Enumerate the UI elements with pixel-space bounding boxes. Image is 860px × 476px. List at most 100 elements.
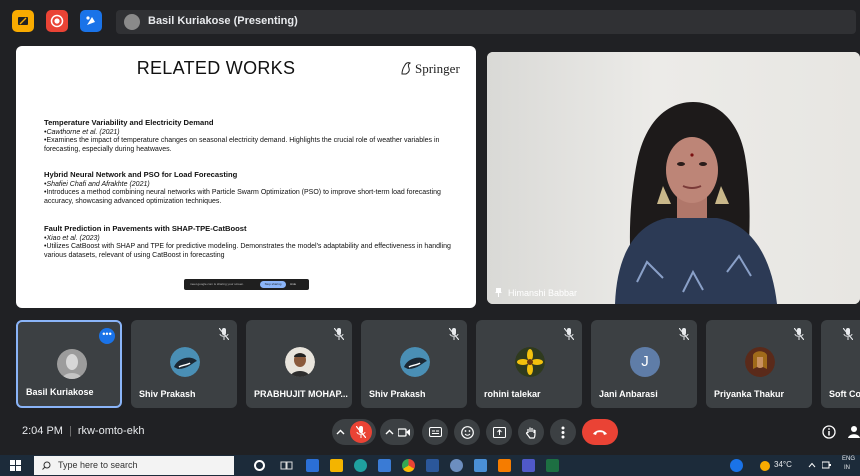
captions-button[interactable] xyxy=(422,419,448,445)
file-explorer-icon[interactable] xyxy=(330,459,343,472)
clock-time: 2:04 PM xyxy=(22,425,63,437)
present-button[interactable] xyxy=(486,419,512,445)
raise-hand-button[interactable] xyxy=(518,419,544,445)
speaker-name: Himanshi Babbar xyxy=(508,288,578,298)
leave-call-button[interactable] xyxy=(582,419,618,445)
more-vert-icon[interactable] xyxy=(561,426,565,439)
speaker-figure xyxy=(615,102,777,304)
participant-name: Shiv Prakash xyxy=(139,389,196,399)
participant-tile[interactable]: PRABHUJIT MOHAP... xyxy=(246,320,352,408)
screen-share-bar: meet.google.com is sharing your screen. … xyxy=(184,279,309,290)
meet-window: Basil Kuriakose (Presenting) RELATED WOR… xyxy=(0,0,860,476)
taskbar-search[interactable]: Type here to search xyxy=(34,456,234,475)
more-options-button[interactable] xyxy=(550,419,576,445)
hide-button[interactable]: Hide xyxy=(290,282,296,286)
temperature: 34°C xyxy=(774,460,792,469)
mic-off-icon xyxy=(843,328,853,340)
people-icon[interactable] xyxy=(848,425,860,444)
participant-tile[interactable]: Shiv Prakash xyxy=(131,320,237,408)
participant-tile[interactable]: rohini talekar xyxy=(476,320,582,408)
store-icon[interactable] xyxy=(378,459,391,472)
top-bar: Basil Kuriakose (Presenting) xyxy=(0,0,860,42)
section-text: •Utilizes CatBoost with SHAP and TPE for… xyxy=(44,243,451,259)
windows-start-icon[interactable] xyxy=(10,460,21,471)
activities-icon[interactable] xyxy=(80,10,102,32)
chevron-up-icon[interactable] xyxy=(385,428,394,437)
chevron-up-icon[interactable] xyxy=(808,462,816,468)
slide-section-2: Hybrid Neural Network and PSO for Load F… xyxy=(44,170,464,206)
emoji-icon[interactable] xyxy=(460,425,474,439)
word-icon[interactable] xyxy=(426,459,439,472)
speaker-video[interactable]: Himanshi Babbar xyxy=(487,52,860,304)
language-label[interactable]: ENG xyxy=(842,456,855,462)
search-placeholder: Type here to search xyxy=(58,460,138,470)
springer-logo: Springer xyxy=(400,61,460,77)
presenter-avatar xyxy=(124,14,140,30)
mic-toggle-button[interactable] xyxy=(332,419,376,445)
teams-icon[interactable] xyxy=(522,459,535,472)
help-icon[interactable] xyxy=(730,459,743,472)
task-view-icon[interactable] xyxy=(280,459,293,472)
section-heading: Temperature Variability and Electricity … xyxy=(44,118,214,127)
present-screen-icon[interactable] xyxy=(492,426,506,438)
windows-taskbar: Type here to search 34°C ENG IN xyxy=(0,455,860,476)
weather-icon[interactable] xyxy=(760,461,770,471)
avatar xyxy=(515,347,545,377)
paint-icon[interactable] xyxy=(474,459,487,472)
section-text: •Examines the impact of temperature chan… xyxy=(44,137,440,153)
record-icon[interactable] xyxy=(46,10,68,32)
hand-icon[interactable] xyxy=(525,426,537,439)
reactions-button[interactable] xyxy=(454,419,480,445)
mic-off-icon[interactable] xyxy=(350,421,372,443)
camera-icon[interactable] xyxy=(397,427,410,437)
participant-name: Shiv Prakash xyxy=(369,389,426,399)
springer-label: Springer xyxy=(415,61,460,76)
section-text: •Introduces a method combining neural ne… xyxy=(44,189,441,205)
stop-sharing-button[interactable]: Stop sharing xyxy=(260,281,286,288)
camera-toggle-button[interactable] xyxy=(380,419,414,445)
captions-icon[interactable] xyxy=(428,427,442,437)
outlook-icon[interactable] xyxy=(306,459,319,472)
presenter-banner: Basil Kuriakose (Presenting) xyxy=(116,10,856,34)
region-label[interactable]: IN xyxy=(844,465,850,471)
chevron-up-icon[interactable] xyxy=(336,428,345,437)
participant-tile[interactable]: Shiv Prakash xyxy=(361,320,467,408)
participant-tile[interactable]: Soft Co xyxy=(821,320,860,408)
call-controls-bar: 2:04 PM | rkw-omto-ekh xyxy=(0,412,860,452)
mic-off-icon xyxy=(564,328,574,340)
participant-name: Basil Kuriakose xyxy=(26,387,94,397)
participant-strip: ••• Basil Kuriakose Shiv Prakash PRABHUJ… xyxy=(0,320,860,408)
participant-tile[interactable]: Priyanka Thakur xyxy=(706,320,812,408)
section-heading: Hybrid Neural Network and PSO for Load F… xyxy=(44,170,238,179)
participant-name: Priyanka Thakur xyxy=(714,389,785,399)
participant-name: Jani Anbarasi xyxy=(599,389,658,399)
info-icon[interactable] xyxy=(822,425,836,444)
participant-name: rohini talekar xyxy=(484,389,541,399)
shared-slide: RELATED WORKS Springer Temperature Varia… xyxy=(16,46,476,308)
avatar xyxy=(57,349,87,379)
presenter-text: Basil Kuriakose (Presenting) xyxy=(148,15,298,27)
participant-tile[interactable]: J Jani Anbarasi xyxy=(591,320,697,408)
meeting-code: rkw-omto-ekh xyxy=(77,425,145,437)
section-heading: Fault Prediction in Pavements with SHAP-… xyxy=(44,224,247,233)
slide-section-3: Fault Prediction in Pavements with SHAP-… xyxy=(44,224,464,260)
avatar xyxy=(170,347,200,377)
edge-icon[interactable] xyxy=(354,459,367,472)
excel-icon[interactable] xyxy=(546,459,559,472)
avatar xyxy=(745,347,775,377)
mic-off-icon xyxy=(679,328,689,340)
app-icon[interactable] xyxy=(450,459,463,472)
participant-tile[interactable]: ••• Basil Kuriakose xyxy=(16,320,122,408)
powerpoint-icon[interactable] xyxy=(498,459,511,472)
chrome-icon[interactable] xyxy=(402,459,415,472)
hang-up-icon[interactable] xyxy=(592,429,608,436)
pin-icon[interactable] xyxy=(495,288,502,297)
search-icon xyxy=(42,461,51,470)
mic-off-icon xyxy=(219,328,229,340)
present-icon[interactable] xyxy=(12,10,34,32)
mic-off-icon xyxy=(449,328,459,340)
cortana-icon[interactable] xyxy=(254,460,265,471)
avatar-initial: J xyxy=(630,347,660,377)
network-icon[interactable] xyxy=(822,461,832,469)
more-options-icon[interactable]: ••• xyxy=(99,328,115,344)
